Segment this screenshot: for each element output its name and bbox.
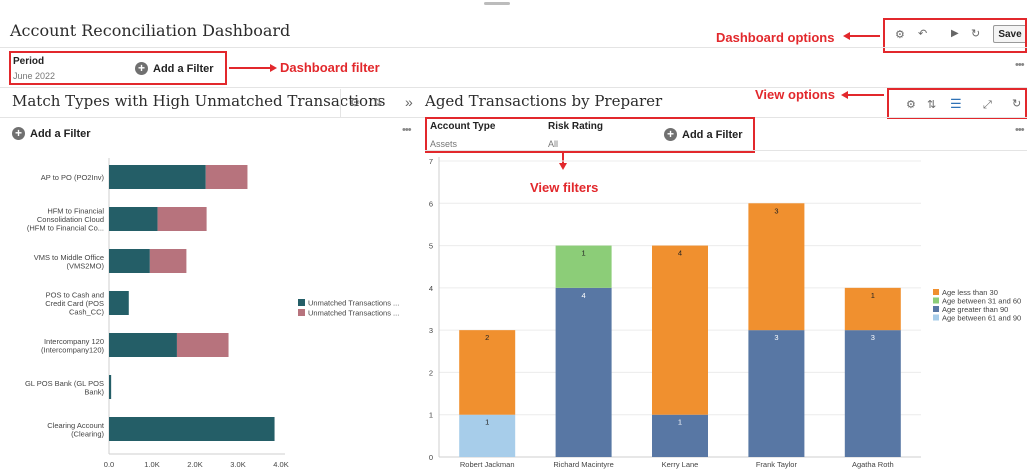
category-label: (HFM to Financial Co... [27,224,104,233]
y-tick-label: 2 [429,368,433,377]
category-label: (Intercompany120) [41,345,104,354]
legend-swatch [933,306,939,312]
category-label: (VMS2MO) [67,261,105,270]
x-tick-label: 1.0K [144,460,159,469]
view-options-highlight [887,88,1027,119]
category-label: Cash_CC) [69,308,105,317]
data-label: 1 [678,418,682,427]
x-tick-label: 4.0K [273,460,288,469]
legend-swatch [933,297,939,304]
right-view-title: Aged Transactions by Preparer [425,92,663,110]
legend-label: Unmatched Transactions ... [308,299,399,308]
y-tick-label: 3 [429,326,433,335]
y-tick-label: 4 [429,284,433,293]
x-tick-label: 3.0K [230,460,245,469]
left-view-title: Match Types with High Unmatched Transact… [12,92,386,110]
x-tick-label: Kerry Lane [662,460,699,469]
bar-segment [205,165,248,189]
data-label: 3 [871,333,875,342]
x-tick-label: Frank Taylor [756,460,798,469]
data-label: 3 [774,333,778,342]
bar-segment [555,287,612,457]
view-options-callout: View options [755,87,835,102]
unmatched-transactions-chart: AP to PO (PO2Inv)HFM to FinancialConsoli… [25,158,399,469]
sort-icon[interactable]: ⇅ [373,98,382,109]
view-filters-highlight [425,117,755,153]
bar-segment [149,249,187,273]
callout-arrow [229,67,271,69]
legend-swatch [933,314,939,321]
x-tick-label: Agatha Roth [852,460,894,469]
bar-segment [748,203,805,331]
left-view-add-filter-button[interactable]: + Add a Filter [12,127,91,140]
callout-arrow [848,35,880,37]
bar-segment [109,249,150,273]
bar-segment [109,165,206,189]
x-tick-label: Richard Macintyre [553,460,613,469]
y-tick-label: 1 [429,411,433,420]
x-tick-label: 0.0 [104,460,114,469]
callout-arrowhead [843,32,850,40]
drag-handle[interactable] [484,2,510,5]
data-label: 4 [582,291,586,300]
add-icon: + [12,127,25,140]
data-label: 1 [871,291,875,300]
dashboard-filter-callout: Dashboard filter [280,60,380,75]
page-title: Account Reconciliation Dashboard [10,21,291,40]
bar-segment [844,330,901,457]
bar-segment [748,330,805,457]
dashboard-filter-highlight [9,51,227,85]
bar-segment [459,330,516,415]
left-view-more-icon[interactable]: ••• [402,124,412,136]
category-label: AP to PO (PO2Inv) [41,173,105,182]
data-label: 4 [678,249,682,258]
bar-segment [109,333,177,357]
bar-segment [652,245,708,415]
y-tick-label: 7 [429,157,433,166]
dashboard-more-icon[interactable]: ••• [1015,59,1025,71]
data-label: 2 [485,333,489,342]
y-tick-label: 5 [429,242,433,251]
y-tick-label: 6 [429,199,433,208]
data-label: 1 [485,418,489,427]
callout-arrow [846,94,884,96]
add-filter-label: Add a Filter [30,127,91,140]
bar-segment [109,291,129,315]
category-label: Bank) [84,387,104,396]
bar-segment [109,417,275,441]
x-tick-label: 2.0K [187,460,202,469]
divider [0,47,1027,48]
x-tick-label: Robert Jackman [460,460,515,469]
legend-swatch [298,309,305,316]
legend-swatch [298,299,305,306]
y-tick-label: 0 [429,453,433,462]
divider [340,89,341,117]
legend-label: Unmatched Transactions ... [308,309,399,318]
divider [0,87,1027,88]
aged-transactions-chart: 0 1 2 3 4 5 6 7 1 2 Robert Jackman 4 1 Richard Macint… [429,157,1021,469]
settings-icon[interactable]: ⚙ [350,98,360,109]
bar-segment [157,207,207,231]
data-label: 1 [582,249,586,258]
callout-arrowhead [841,91,848,99]
category-label: (Clearing) [71,429,104,438]
callout-arrowhead [270,64,277,72]
dashboard-options-callout: Dashboard options [716,30,835,45]
legend-swatch [933,289,939,295]
bar-segment [109,207,158,231]
right-view-more-icon[interactable]: ••• [1015,124,1025,136]
bar-segment [109,375,112,399]
bar-segment [176,333,229,357]
collapse-icon[interactable]: » [405,95,413,109]
legend-label: Age between 61 and 90 [942,314,1021,323]
data-label: 3 [774,206,778,215]
